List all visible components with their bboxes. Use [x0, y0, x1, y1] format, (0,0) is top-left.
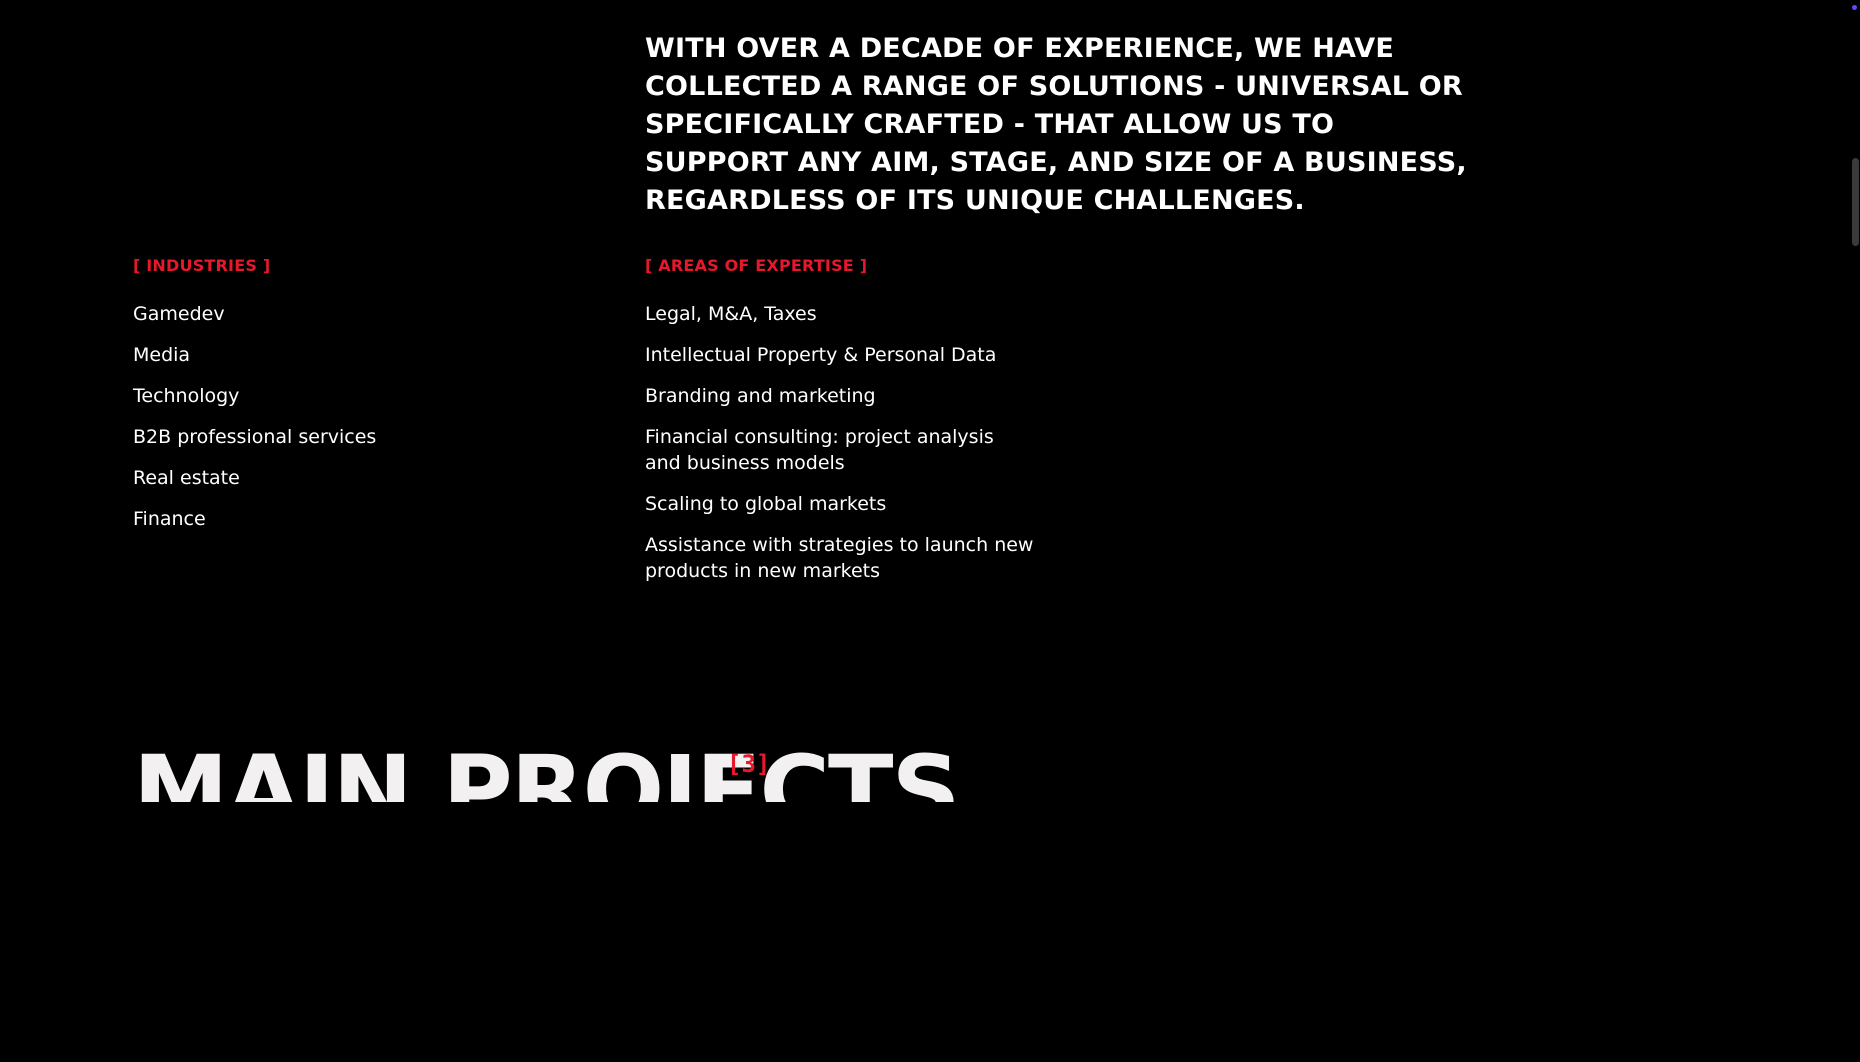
main-projects-heading-mask: MAIN PROJECTS — [133, 736, 1133, 802]
industry-item: Real estate — [133, 467, 240, 489]
expertise-item: Intellectual Property & Personal Data — [645, 344, 997, 366]
page-scrollbar[interactable] — [1850, 0, 1860, 1062]
indicator-dot-icon — [1852, 5, 1857, 10]
industry-item: Finance — [133, 508, 206, 530]
industry-item: Gamedev — [133, 303, 225, 325]
projects-count-badge: [3] — [727, 750, 771, 778]
industries-list: Gamedev Media Technology B2B professiona… — [133, 301, 553, 547]
expertise-item: Legal, M&A, Taxes — [645, 303, 817, 325]
expertise-item: Branding and marketing — [645, 385, 876, 407]
industry-item: Technology — [133, 385, 240, 407]
main-projects-title: MAIN PROJECTS — [133, 736, 961, 802]
scrollbar-thumb[interactable] — [1852, 158, 1859, 246]
industry-item: B2B professional services — [133, 426, 377, 448]
expertise-item: Assistance with strategies to launch new… — [645, 534, 1034, 582]
expertise-label: [ AREAS OF EXPERTISE ] — [645, 256, 868, 275]
industries-label: [ INDUSTRIES ] — [133, 256, 271, 275]
expertise-item: Scaling to global markets — [645, 493, 887, 515]
expertise-list: Legal, M&A, Taxes Intellectual Property … — [645, 301, 1035, 599]
expertise-item: Financial consulting: project analysis a… — [645, 426, 994, 474]
intro-statement: WITH OVER A DECADE OF EXPERIENCE, WE HAV… — [645, 33, 1467, 216]
page: WITH OVER A DECADE OF EXPERIENCE, WE HAV… — [0, 0, 1860, 1062]
industry-item: Media — [133, 344, 191, 366]
